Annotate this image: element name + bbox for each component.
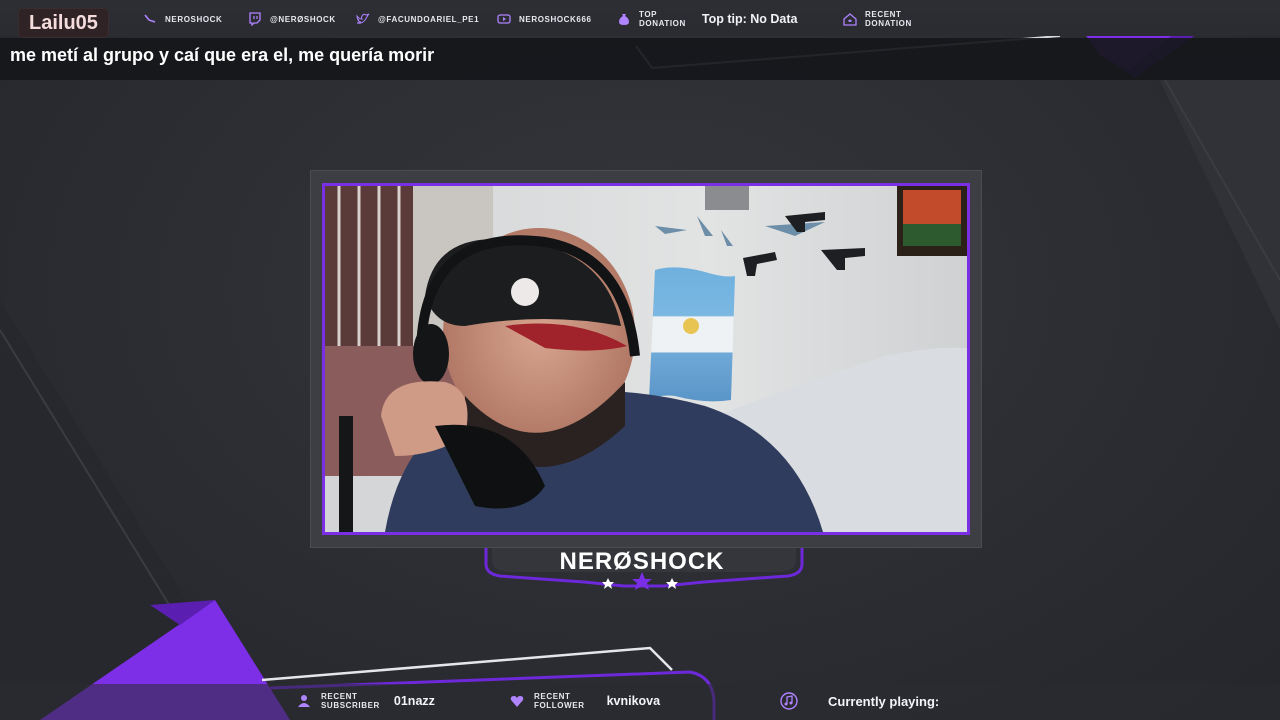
kick-icon [144, 14, 156, 23]
webcam-image [325, 186, 967, 532]
webcam-feed [322, 183, 970, 535]
recent-donation-label: RECENT DONATION [865, 10, 912, 28]
music-note-icon [780, 692, 798, 710]
now-playing: Currently playing: [780, 690, 939, 712]
recent-follower: RECENT FOLLOWER kvnikova [510, 690, 660, 712]
recent-subscriber-label: RECENT SUBSCRIBER [321, 692, 380, 710]
top-donation-value: Top tip: No Data [701, 12, 798, 26]
recent-subscriber: RECENT SUBSCRIBER 01nazz [297, 690, 435, 712]
social-youtube-label: NEROSHOCK666 [519, 14, 592, 24]
money-bag-icon [619, 14, 629, 25]
stream-overlay: Lailu05 NEROSHOCK @NERØSHOCK @FACUNDOARI… [0, 0, 1280, 720]
youtube-icon [497, 14, 511, 24]
now-playing-label: Currently playing: [828, 693, 940, 709]
social-kick-label: NEROSHOCK [165, 14, 223, 24]
streamer-name: NERØSHOCK [559, 548, 725, 575]
star-icon [602, 578, 614, 589]
social-kick[interactable]: NEROSHOCK [143, 10, 222, 28]
recent-follower-label: RECENT FOLLOWER [534, 692, 585, 710]
donation-box-icon [843, 13, 857, 26]
social-twitter-label: @FACUNDOARIEL_PE1 [378, 14, 480, 24]
social-youtube[interactable]: NEROSHOCK666 [497, 10, 592, 28]
chat-username: Lailu05 [18, 8, 109, 38]
social-twitter[interactable]: @FACUNDOARIEL_PE1 [356, 10, 479, 28]
subscriber-icon [298, 695, 310, 707]
chat-message: me metí al grupo y caí que era el, me qu… [10, 45, 435, 65]
social-twitch[interactable]: @NERØSHOCK [248, 10, 336, 28]
twitch-icon [249, 12, 261, 26]
recent-follower-value: kvnikova [606, 694, 661, 708]
star-icon [666, 578, 678, 589]
top-donation: TOP DONATION Top tip: No Data [617, 10, 797, 28]
top-donation-label: TOP DONATION [639, 10, 686, 28]
social-twitch-label: @NERØSHOCK [270, 14, 336, 24]
heart-icon [510, 696, 524, 707]
recent-donation: RECENT DONATION [843, 10, 912, 28]
twitter-icon [356, 13, 370, 24]
recent-subscriber-value: 01nazz [393, 694, 435, 708]
